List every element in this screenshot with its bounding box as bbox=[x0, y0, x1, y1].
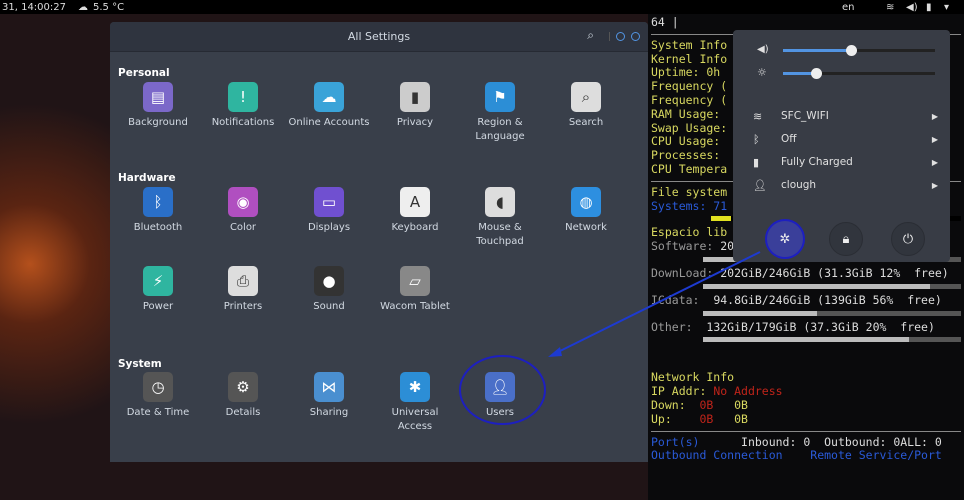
annotation-arrow bbox=[548, 251, 761, 357]
